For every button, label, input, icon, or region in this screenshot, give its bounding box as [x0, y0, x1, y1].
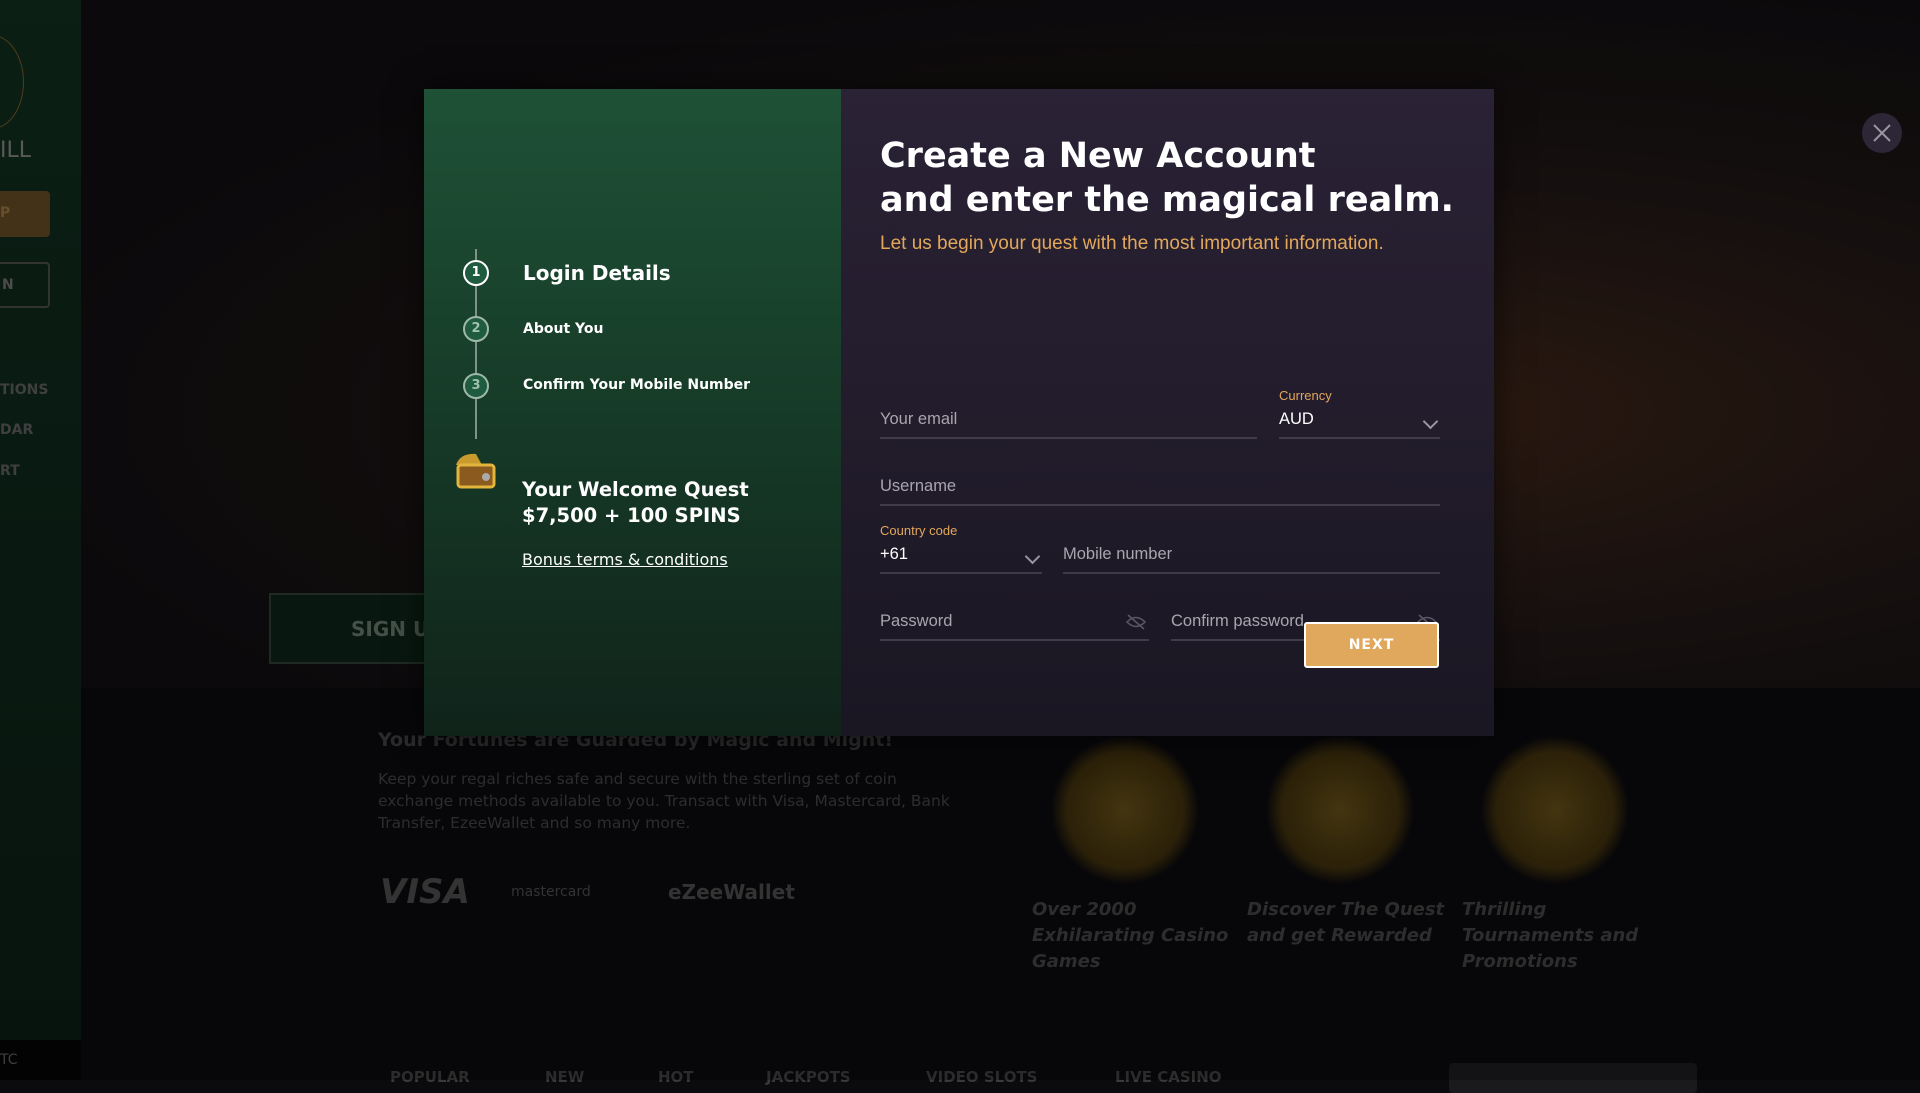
- logo-text: ILL: [0, 138, 32, 163]
- sidebar-footer[interactable]: TC: [0, 1040, 81, 1080]
- mobile-number-field[interactable]: Mobile number: [1063, 524, 1440, 574]
- treasure-chest-icon: [456, 453, 496, 489]
- nav-jackpots[interactable]: JACKPOTS: [766, 1068, 851, 1086]
- modal-subtitle: Let us begin your quest with the most im…: [880, 233, 1384, 254]
- fortunes-text: Keep your regal riches safe and secure w…: [378, 770, 950, 832]
- password-placeholder: Password: [880, 612, 953, 630]
- email-field[interactable]: Your email: [880, 389, 1257, 439]
- close-icon: [1873, 124, 1891, 142]
- nav-video-slots[interactable]: VIDEO SLOTS: [926, 1068, 1037, 1086]
- currency-select[interactable]: Currency AUD: [1279, 388, 1440, 439]
- currency-label: Currency: [1279, 388, 1332, 403]
- nav-popular[interactable]: POPULAR: [390, 1068, 470, 1086]
- game-search-input[interactable]: [1449, 1063, 1697, 1093]
- username-field[interactable]: Username: [880, 456, 1440, 506]
- welcome-title: Your Welcome Quest: [522, 478, 749, 501]
- feature-quest: Discover The Quest and get Rewarded: [1247, 899, 1445, 946]
- mobile-placeholder: Mobile number: [1063, 545, 1173, 563]
- ezeewallet-logo: eZeeWallet: [668, 880, 795, 904]
- bonus-terms-link[interactable]: Bonus terms & conditions: [522, 550, 728, 569]
- sidebar-login-button[interactable]: N: [0, 262, 50, 308]
- nav-hot[interactable]: HOT: [658, 1068, 694, 1086]
- visa-logo: VISA: [380, 872, 470, 912]
- signup-modal: 1 2 3 Login Details About You Confirm Yo…: [424, 89, 1902, 736]
- step-2-label: About You: [523, 321, 604, 337]
- title-line-2: and enter the magical realm.: [880, 180, 1454, 220]
- country-code-value: +61: [880, 545, 908, 563]
- map-scroll-icon: [1265, 735, 1415, 885]
- hero-signup-button[interactable]: SIGN U: [269, 593, 449, 664]
- step-1-badge: 1: [463, 260, 489, 286]
- country-code-label: Country code: [880, 523, 958, 538]
- title-line-1: Create a New Account: [880, 136, 1316, 176]
- step-1-label: Login Details: [523, 261, 671, 285]
- chevron-down-icon: [1024, 548, 1041, 565]
- step-2-badge: 2: [463, 316, 489, 342]
- password-field[interactable]: Password: [880, 591, 1149, 641]
- step-3-label: Confirm Your Mobile Number: [523, 377, 751, 393]
- currency-value: AUD: [1279, 410, 1314, 428]
- close-button[interactable]: [1862, 113, 1902, 153]
- treasure-chest-icon: [1480, 735, 1630, 885]
- feature-tournaments: Thrilling Tournaments and Promotions: [1462, 899, 1639, 972]
- sidebar-item-calendar[interactable]: DAR: [0, 422, 33, 438]
- welcome-offer: $7,500 + 100 SPINS: [522, 504, 741, 527]
- form-panel: Create a New Account and enter the magica…: [841, 89, 1902, 736]
- next-button[interactable]: NEXT: [1304, 622, 1439, 668]
- feature-games: Over 2000 Exhilarating Casino Games: [1032, 899, 1229, 972]
- country-code-select[interactable]: Country code +61: [880, 523, 1042, 574]
- sidebar: ILL P N TIONS DAR RT TC: [0, 0, 81, 1080]
- email-placeholder: Your email: [880, 410, 958, 428]
- welcome-quest: Your Welcome Quest $7,500 + 100 SPINS: [522, 477, 749, 529]
- nav-new[interactable]: NEW: [545, 1068, 584, 1086]
- mastercard-logo: mastercard: [511, 884, 591, 900]
- sidebar-signup-button[interactable]: P: [0, 191, 50, 237]
- nav-live-casino[interactable]: LIVE CASINO: [1115, 1068, 1222, 1086]
- modal-title: Create a New Account and enter the magica…: [880, 134, 1454, 222]
- sidebar-item-support[interactable]: RT: [0, 463, 20, 479]
- username-placeholder: Username: [880, 477, 957, 495]
- step-3-badge: 3: [463, 373, 489, 399]
- logo-icon: [0, 35, 24, 129]
- steps-panel: 1 2 3 Login Details About You Confirm Yo…: [424, 89, 841, 736]
- eye-slash-icon[interactable]: [1125, 613, 1147, 631]
- slot-reels-icon: [1050, 735, 1200, 885]
- chevron-down-icon: [1422, 413, 1439, 430]
- content-background: [81, 688, 1920, 1080]
- confirm-password-placeholder: Confirm password: [1171, 612, 1304, 630]
- sidebar-item-promotions[interactable]: TIONS: [0, 382, 48, 398]
